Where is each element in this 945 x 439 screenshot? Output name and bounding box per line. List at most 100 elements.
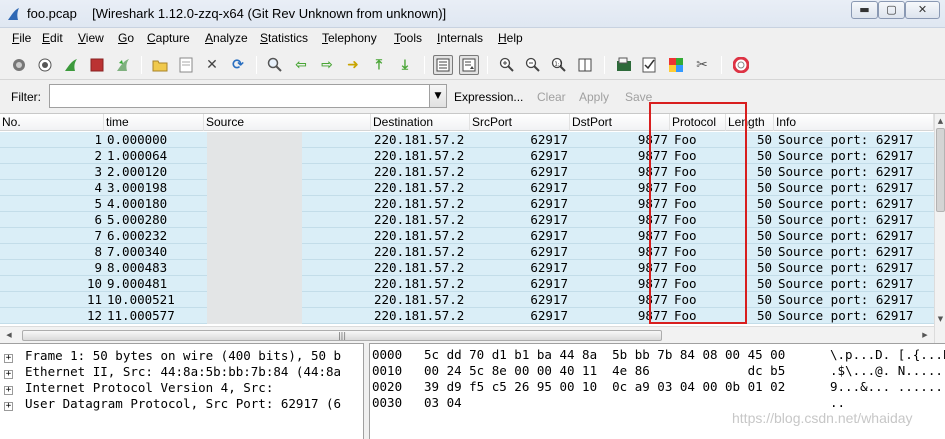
- zoom-out-icon[interactable]: [523, 55, 543, 75]
- filter-input[interactable]: [49, 84, 430, 108]
- capture-filters-icon[interactable]: [614, 55, 634, 75]
- scroll-left-icon[interactable]: ◀: [2, 328, 16, 342]
- menu-statistics[interactable]: Statistics: [260, 31, 308, 45]
- apply-button[interactable]: Apply: [579, 90, 609, 104]
- packet-row[interactable]: 4 3.000198 220.181.57.2 62917 9877 Foo 50 Sourc…: [0, 180, 934, 196]
- column-header-destination[interactable]: Destination: [371, 114, 470, 131]
- cell-srcport: 62917: [530, 228, 568, 243]
- menu-internals[interactable]: Internals: [437, 31, 483, 45]
- cell-srcport: 62917: [530, 308, 568, 323]
- restart-capture-icon[interactable]: [113, 55, 133, 75]
- tree-item-frame[interactable]: + Frame 1: 50 bytes on wire (400 bits), 5…: [4, 348, 341, 364]
- packet-row[interactable]: 7 6.000232 220.181.57.2 62917 9877 Foo 50 Sourc…: [0, 228, 934, 244]
- preferences-icon[interactable]: ✂: [692, 55, 712, 75]
- cell-destination: 220.181.57.2: [374, 180, 465, 195]
- stop-capture-icon[interactable]: [87, 55, 107, 75]
- packet-row[interactable]: 1 0.000000 220.181.57.2 62917 9877 Foo 50 Sourc…: [0, 132, 934, 148]
- packet-row[interactable]: 11 10.000521 220.181.57.2 62917 9877 Foo 50 Sou…: [0, 292, 934, 308]
- packet-row[interactable]: 12 11.000577 220.181.57.2 62917 9877 Foo 50 Sou…: [0, 308, 934, 324]
- help-icon[interactable]: [731, 55, 751, 75]
- bytes-offset: 0000: [372, 347, 403, 362]
- menu-telephony[interactable]: Telephony: [322, 31, 377, 45]
- autoscroll-icon[interactable]: [459, 55, 479, 75]
- packet-row[interactable]: 3 2.000120 220.181.57.2 62917 9877 Foo 50 Sourc…: [0, 164, 934, 180]
- find-icon[interactable]: [265, 55, 285, 75]
- resize-columns-icon[interactable]: [575, 55, 595, 75]
- cell-length: 50: [756, 244, 772, 259]
- first-packet-icon[interactable]: ⤒: [369, 55, 389, 75]
- packet-row[interactable]: 6 5.000280 220.181.57.2 62917 9877 Foo 50 Sourc…: [0, 212, 934, 228]
- close-file-icon[interactable]: ✕: [202, 55, 222, 75]
- packet-list-vscrollbar[interactable]: ▲ ▼: [934, 114, 945, 343]
- interfaces-icon[interactable]: [9, 55, 29, 75]
- expand-icon[interactable]: +: [4, 402, 13, 411]
- tree-item-udp[interactable]: + User Datagram Protocol, Src Port: 62917…: [4, 396, 341, 412]
- bytes-row[interactable]: 0000 5c dd 70 d1 b1 ba 44 8a 5b bb 7b 84 …: [372, 347, 945, 363]
- packet-row[interactable]: 8 7.000340 220.181.57.2 62917 9877 Foo 50 Sourc…: [0, 244, 934, 260]
- menu-help[interactable]: Help: [498, 31, 523, 45]
- bytes-ascii: \.p...D. [.{...E.: [830, 347, 945, 362]
- expression-button[interactable]: Expression...: [454, 90, 523, 104]
- filter-dropdown-button[interactable]: ▼: [430, 84, 447, 108]
- bytes-row[interactable]: 0010 00 24 5c 8e 00 00 40 11 4e 86 dc b5.…: [372, 363, 945, 379]
- scroll-down-icon[interactable]: ▼: [935, 312, 945, 326]
- column-header-protocol[interactable]: Protocol: [670, 114, 726, 131]
- column-header-info[interactable]: Info: [774, 114, 934, 131]
- bytes-row[interactable]: 0030 03 04..: [372, 395, 845, 411]
- packet-row[interactable]: 5 4.000180 220.181.57.2 62917 9877 Foo 50 Sourc…: [0, 196, 934, 212]
- cell-length: 50: [756, 308, 772, 323]
- menu-tools[interactable]: Tools: [394, 31, 422, 45]
- expand-icon[interactable]: +: [4, 354, 13, 363]
- tree-item-ipv4[interactable]: + Internet Protocol Version 4, Src:: [4, 380, 273, 396]
- go-back-icon[interactable]: ⇦: [291, 55, 311, 75]
- cell-time: 5.000280: [107, 212, 168, 227]
- scroll-up-icon[interactable]: ▲: [935, 114, 945, 128]
- expand-icon[interactable]: +: [4, 386, 13, 395]
- clear-button[interactable]: Clear: [537, 90, 566, 104]
- expand-icon[interactable]: +: [4, 370, 13, 379]
- cell-dstport: 9877: [637, 308, 668, 323]
- vscroll-thumb[interactable]: [936, 128, 945, 212]
- menu-capture[interactable]: Capture: [147, 31, 190, 45]
- menu-edit[interactable]: Edit: [42, 31, 63, 45]
- menu-analyze[interactable]: Analyze: [205, 31, 248, 45]
- tree-item-ethernet[interactable]: + Ethernet II, Src: 44:8a:5b:bb:7b:84 (44…: [4, 364, 341, 380]
- column-header-source[interactable]: Source: [204, 114, 371, 131]
- last-packet-icon[interactable]: ⤓: [395, 55, 415, 75]
- save-button[interactable]: Save: [625, 90, 652, 104]
- cell-source: [207, 276, 302, 292]
- go-to-packet-icon[interactable]: ➜: [343, 55, 363, 75]
- packet-row[interactable]: 9 8.000483 220.181.57.2 62917 9877 Foo 50 Sourc…: [0, 260, 934, 276]
- minimize-button[interactable]: ▬: [851, 1, 878, 19]
- cell-length: 50: [756, 292, 772, 307]
- save-file-icon[interactable]: [176, 55, 196, 75]
- options-icon[interactable]: [35, 55, 55, 75]
- column-header-dstport[interactable]: DstPort: [570, 114, 670, 131]
- close-button[interactable]: ✕: [905, 1, 940, 19]
- normal-size-icon[interactable]: 1:1: [549, 55, 569, 75]
- column-header-length[interactable]: Length: [726, 114, 774, 131]
- packet-row[interactable]: 10 9.000481 220.181.57.2 62917 9877 Foo 50 Sour…: [0, 276, 934, 292]
- go-forward-icon[interactable]: ⇨: [317, 55, 337, 75]
- bytes-row[interactable]: 0020 39 d9 f5 c5 26 95 00 10 0c a9 03 04 …: [372, 379, 945, 395]
- coloring-rules-icon[interactable]: [666, 55, 686, 75]
- column-header-no[interactable]: No.: [0, 114, 104, 131]
- packet-list-hscrollbar[interactable]: ◀ ||| ▶: [0, 326, 934, 343]
- column-header-time[interactable]: time: [104, 114, 204, 131]
- cell-no: 2: [94, 148, 102, 163]
- reload-icon[interactable]: ⟳: [228, 55, 248, 75]
- column-header-srcport[interactable]: SrcPort: [470, 114, 570, 131]
- open-file-icon[interactable]: [150, 55, 170, 75]
- scroll-right-icon[interactable]: ▶: [918, 328, 932, 342]
- zoom-in-icon[interactable]: [497, 55, 517, 75]
- packet-row[interactable]: 2 1.000064 220.181.57.2 62917 9877 Foo 50 Sourc…: [0, 148, 934, 164]
- cell-protocol: Foo: [674, 276, 697, 291]
- maximize-button[interactable]: ▢: [878, 1, 905, 19]
- menu-go[interactable]: Go: [118, 31, 134, 45]
- menu-view[interactable]: View: [78, 31, 104, 45]
- colorize-icon[interactable]: [433, 55, 453, 75]
- display-filters-icon[interactable]: [640, 55, 660, 75]
- hscroll-thumb[interactable]: |||: [22, 330, 662, 341]
- start-capture-icon[interactable]: [61, 55, 81, 75]
- menu-file[interactable]: File: [12, 31, 31, 45]
